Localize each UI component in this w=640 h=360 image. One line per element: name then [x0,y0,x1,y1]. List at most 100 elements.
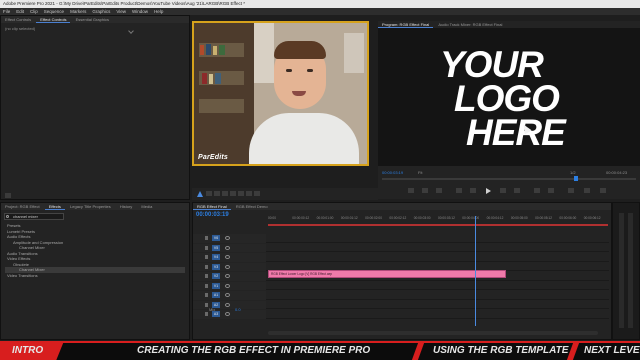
effect-controls-panel: Effect Controls Effect Controls Essentia… [0,15,190,200]
ruler-tick-label: 00:00:06:00 [559,216,577,220]
track-select-icon[interactable] [206,191,212,196]
eye-icon[interactable] [225,274,230,278]
window-title: Adobe Premiere Pro 2021 - G:\My Drive\Pa… [0,0,640,8]
track-label-a1[interactable]: A1 [212,292,220,298]
lock-icon[interactable] [205,302,208,307]
menu-help[interactable]: Help [154,9,163,14]
timeline-timecode[interactable]: 00:00:03:19 [196,212,229,218]
eye-icon[interactable] [225,255,230,259]
lock-icon[interactable] [205,274,208,278]
tab-media[interactable]: Media [137,204,156,209]
tab-program[interactable]: Program: RGB Effect Final [378,22,434,28]
timeline-scrollbar[interactable] [268,331,598,335]
lock-icon[interactable] [205,255,208,259]
menu-edit[interactable]: Edit [16,9,24,14]
tab-essential-graphics[interactable]: Essential Graphics [72,17,113,22]
lock-icon[interactable] [205,312,208,316]
chapter-divider [411,343,425,360]
eye-icon[interactable] [225,245,230,250]
lock-icon[interactable] [205,245,208,250]
tools-panel [192,188,378,200]
step-back-icon[interactable] [470,188,476,193]
filter-icon[interactable] [5,193,11,198]
eye-icon[interactable] [225,283,230,288]
lock-icon[interactable] [205,283,208,288]
fit-dropdown[interactable]: Fit [418,170,422,175]
settings-icon[interactable] [600,188,606,193]
menu-markers[interactable]: Markers [70,9,86,14]
slip-tool-icon[interactable] [230,191,236,196]
resolution-dropdown[interactable]: 1/2 [570,170,576,175]
lock-icon[interactable] [205,264,208,269]
timeline-panel: RGB Effect Final RGB Effect Demo 00:00:0… [192,202,612,340]
tab-effect-controls-1[interactable]: Effect Controls [1,17,35,22]
mark-out-icon[interactable] [436,188,442,193]
menu-window[interactable]: Window [132,9,148,14]
hand-tool-icon[interactable] [246,191,252,196]
menu-sequence[interactable]: Sequence [44,9,64,14]
meter-left [619,213,624,328]
menu-graphics[interactable]: Graphics [92,9,110,14]
razor-tool-icon[interactable] [222,191,228,196]
work-area-bar[interactable] [268,224,608,226]
track-label-v1[interactable]: V1 [212,282,220,289]
extract-icon[interactable] [548,188,554,193]
step-forward-icon[interactable] [500,188,506,193]
go-to-in-icon[interactable] [456,188,462,193]
tab-project[interactable]: Project: RGB Effect [1,204,44,209]
eye-icon[interactable] [225,236,230,240]
selection-tool-icon[interactable] [197,191,203,197]
mute-icon[interactable] [225,302,230,307]
timeline-clip[interactable]: RGB Effect Lower Logo [V] RGB Effect.aep [268,270,506,278]
mute-icon[interactable] [225,293,230,297]
track-label-v5[interactable]: V5 [212,244,220,251]
audio-meters [612,202,640,340]
timeline-playhead[interactable] [475,216,477,326]
pen-tool-icon[interactable] [238,191,244,196]
effects-search-input[interactable]: channel mixer [4,213,64,220]
track-label-v3[interactable]: V3 [212,263,220,270]
mix-value[interactable]: 0.0 [235,307,241,312]
clip-label: RGB Effect Lower Logo [V] RGB Effect.aep [271,272,333,276]
tab-effect-controls[interactable]: Effect Controls [36,17,71,23]
eye-icon[interactable] [225,264,230,269]
lift-icon[interactable] [534,188,540,193]
track-label-v2[interactable]: V2 [212,273,220,279]
chapter-using-rgb-template[interactable]: USING THE RGB TEMPLATE [433,341,568,360]
tab-effects[interactable]: Effects [44,204,65,210]
tab-rgb-effect-demo[interactable]: RGB Effect Demo [232,204,272,209]
ripple-edit-icon[interactable] [214,191,220,196]
track-label-v4[interactable]: V4 [212,254,220,260]
lock-icon[interactable] [205,236,208,240]
program-scrubber[interactable] [382,178,636,180]
mute-icon[interactable] [225,312,230,316]
program-timecode-current[interactable]: 00:00:03:19 [382,170,403,175]
menu-bar: File Edit Clip Sequence Markers Graphics View W… [0,8,640,15]
menu-clip[interactable]: Clip [30,9,38,14]
menu-file[interactable]: File [3,9,10,14]
tab-legacy-title-properties[interactable]: Legacy Title Properties [66,204,115,209]
playhead-marker[interactable] [574,176,578,181]
mark-in-icon[interactable] [422,188,428,193]
type-tool-icon[interactable] [254,191,260,196]
meter-right [628,213,633,328]
comparison-view-icon[interactable] [584,188,590,193]
no-clip-message: (no clip selected) [5,26,36,31]
hoodie [249,113,359,164]
go-to-out-icon[interactable] [514,188,520,193]
menu-view[interactable]: View [116,9,126,14]
lock-icon[interactable] [205,293,208,297]
tree-item-video-transitions[interactable]: Video Transitions [5,273,185,279]
chapter-next-level[interactable]: NEXT LEVEL [584,341,640,360]
tab-audio-track-mixer[interactable]: Audio Track Mixer: RGB Effect Final [434,22,506,27]
chapter-creating-rgb-effect[interactable]: CREATING THE RGB EFFECT IN PREMIERE PRO [137,341,370,360]
hair [274,41,326,59]
export-frame-icon[interactable] [568,188,574,193]
tab-rgb-effect-final[interactable]: RGB Effect Final [193,204,231,210]
chapter-intro[interactable]: INTRO [0,341,64,360]
timeline-ruler[interactable]: 00:00 00:00:00:12 00:00:01:00 00:00:01:12 00… [268,216,608,224]
add-marker-icon[interactable] [408,188,414,193]
track-label-v6[interactable]: V6 [212,235,220,241]
play-icon[interactable] [486,188,491,194]
tab-history[interactable]: History [116,204,136,209]
